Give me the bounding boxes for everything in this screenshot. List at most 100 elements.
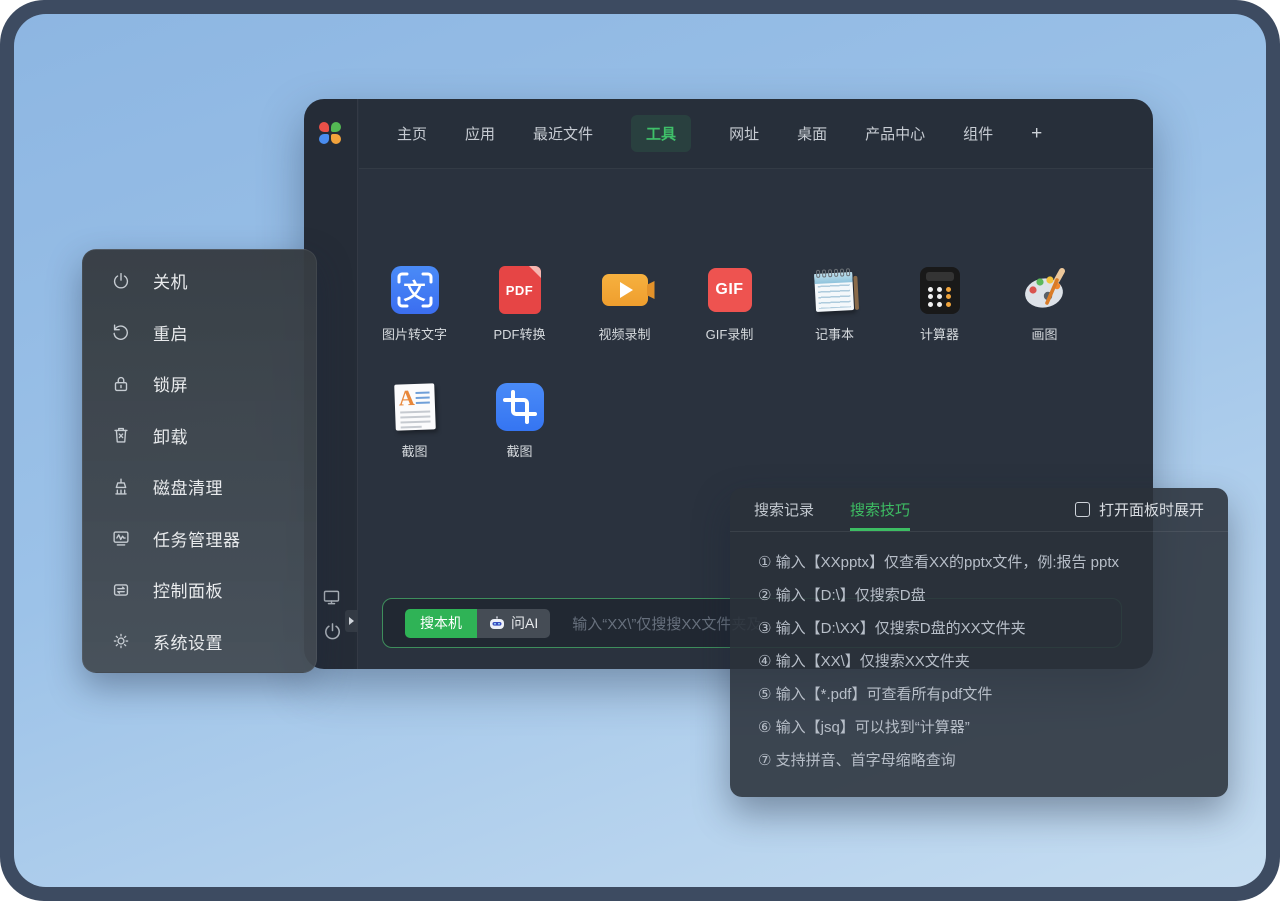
tip-line: ④ 输入【XX\】仅搜索XX文件夹 [758, 645, 1200, 678]
search-local-button[interactable]: 搜本机 [405, 609, 477, 638]
tool-label: 图片转文字 [382, 324, 447, 343]
lock-icon [110, 373, 132, 395]
tab-recent-files[interactable]: 最近文件 [533, 123, 593, 144]
crop-icon [496, 383, 544, 431]
add-tab-button[interactable]: + [1031, 123, 1042, 145]
camera-lens [647, 281, 655, 299]
tip-line: ⑤ 输入【*.pdf】可查看所有pdf文件 [758, 678, 1200, 711]
tool-screenshot-doc[interactable]: A 截图 [362, 366, 467, 483]
tip-line: ① 输入【XXpptx】仅查看XX的pptx文件，例:报告 pptx [758, 546, 1200, 579]
logo-petal-orange [331, 134, 341, 144]
play-triangle [620, 282, 633, 298]
power-icon[interactable] [321, 620, 344, 643]
notepad-icon [811, 266, 857, 314]
control-panel-icon [110, 579, 132, 601]
screen: 主页 应用 最近文件 工具 网址 桌面 产品中心 组件 + 文 图片转文字 [0, 0, 1280, 901]
checkbox-icon[interactable] [1075, 502, 1090, 517]
tips-panel-header: 搜索记录 搜索技巧 打开面板时展开 [730, 488, 1228, 532]
tool-label: 截图 [401, 441, 427, 460]
expand-on-open-option[interactable]: 打开面板时展开 [1075, 488, 1204, 531]
tool-label: 截图 [506, 441, 532, 460]
tab-product-center[interactable]: 产品中心 [865, 123, 925, 144]
menu-item-restart[interactable]: 重启 [83, 307, 316, 359]
tool-label: 记事本 [815, 324, 854, 343]
tool-label: GIF录制 [706, 324, 754, 343]
tool-gif-record[interactable]: GIF GIF录制 [677, 249, 782, 366]
broom-icon [110, 476, 132, 498]
menu-item-system-settings[interactable]: 系统设置 [83, 616, 316, 668]
tab-widgets[interactable]: 组件 [963, 123, 993, 144]
menu-item-label: 关机 [153, 268, 188, 293]
scan-char: 文 [403, 274, 425, 306]
calculator-icon [920, 267, 960, 314]
tool-screenshot-crop[interactable]: 截图 [467, 366, 572, 483]
tool-label: 画图 [1031, 324, 1057, 343]
tip-line: ⑥ 输入【jsq】可以找到“计算器” [758, 711, 1200, 744]
search-tips-panel: 搜索记录 搜索技巧 打开面板时展开 ① 输入【XXpptx】仅查看XX的pptx… [730, 488, 1228, 797]
tool-label: 计算器 [920, 324, 959, 343]
menu-item-disk-cleanup[interactable]: 磁盘清理 [83, 461, 316, 513]
tab-apps[interactable]: 应用 [465, 123, 495, 144]
ask-ai-label: 问AI [511, 613, 538, 633]
robot-icon [489, 616, 505, 630]
search-mode-toggle: 搜本机 问AI [405, 609, 550, 638]
image-to-text-icon: 文 [391, 266, 439, 314]
tool-label: 视频录制 [598, 324, 650, 343]
tip-line: ⑦ 支持拼音、首字母缩略查询 [758, 744, 1200, 777]
gear-icon [110, 630, 132, 652]
checkbox-label: 打开面板时展开 [1099, 499, 1204, 520]
power-context-menu: 关机 重启 锁屏 卸载 磁盘清理 [82, 249, 317, 673]
chevron-right-icon [349, 617, 354, 625]
menu-item-shutdown[interactable]: 关机 [83, 255, 316, 307]
wordpad-doc-icon: A [394, 383, 436, 430]
video-record-icon [602, 274, 648, 306]
sidebar-expand-arrow[interactable] [345, 610, 358, 632]
pdf-text: PDF [506, 283, 534, 298]
tool-label: PDF转换 [493, 324, 545, 343]
restart-icon [110, 321, 132, 343]
pdf-convert-icon: PDF [499, 266, 541, 314]
tool-video-record[interactable]: 视频录制 [572, 249, 677, 366]
tip-line: ③ 输入【D:\XX】仅搜索D盘的XX文件夹 [758, 612, 1200, 645]
menu-item-label: 卸载 [153, 423, 188, 448]
tab-urls[interactable]: 网址 [729, 123, 759, 144]
tip-line: ② 输入【D:\】仅搜索D盘 [758, 579, 1200, 612]
task-manager-icon [110, 527, 132, 549]
menu-item-label: 锁屏 [153, 371, 188, 396]
tool-notepad[interactable]: 记事本 [782, 249, 887, 366]
gif-record-icon: GIF [708, 268, 752, 312]
logo-petal-blue [319, 134, 329, 144]
menu-item-label: 系统设置 [153, 629, 223, 654]
menu-item-label: 磁盘清理 [153, 474, 223, 499]
tool-paint[interactable]: 画图 [992, 249, 1097, 366]
menu-item-lock-screen[interactable]: 锁屏 [83, 358, 316, 410]
menu-item-uninstall[interactable]: 卸载 [83, 410, 316, 462]
logo-petal-green [331, 122, 341, 132]
paint-icon [1020, 265, 1070, 315]
menu-item-task-manager[interactable]: 任务管理器 [83, 513, 316, 565]
menu-item-label: 任务管理器 [153, 526, 241, 551]
monitor-icon[interactable] [321, 587, 342, 608]
page-fold [529, 266, 541, 278]
tools-grid: 文 图片转文字 PDF PDF转换 视频录制 G [362, 249, 1142, 483]
gif-text: GIF [715, 281, 743, 299]
tab-search-tips[interactable]: 搜索技巧 [850, 488, 910, 531]
tab-desktop[interactable]: 桌面 [797, 123, 827, 144]
tool-calculator[interactable]: 计算器 [887, 249, 992, 366]
app-logo-icon[interactable] [319, 122, 341, 144]
letter-a: A [398, 385, 415, 412]
menu-item-label: 控制面板 [153, 577, 223, 602]
tab-search-history[interactable]: 搜索记录 [754, 488, 814, 531]
uninstall-trash-icon [110, 424, 132, 446]
tab-bar: 主页 应用 最近文件 工具 网址 桌面 产品中心 组件 + [359, 99, 1153, 169]
tool-pdf-convert[interactable]: PDF PDF转换 [467, 249, 572, 366]
tool-image-to-text[interactable]: 文 图片转文字 [362, 249, 467, 366]
tips-list: ① 输入【XXpptx】仅查看XX的pptx文件，例:报告 pptx ② 输入【… [730, 532, 1228, 777]
menu-item-control-panel[interactable]: 控制面板 [83, 564, 316, 616]
tab-tools[interactable]: 工具 [631, 115, 691, 152]
power-icon [110, 270, 132, 292]
ask-ai-button[interactable]: 问AI [477, 609, 550, 638]
menu-item-label: 重启 [153, 320, 188, 345]
tab-home[interactable]: 主页 [397, 123, 427, 144]
logo-petal-red [319, 122, 329, 132]
